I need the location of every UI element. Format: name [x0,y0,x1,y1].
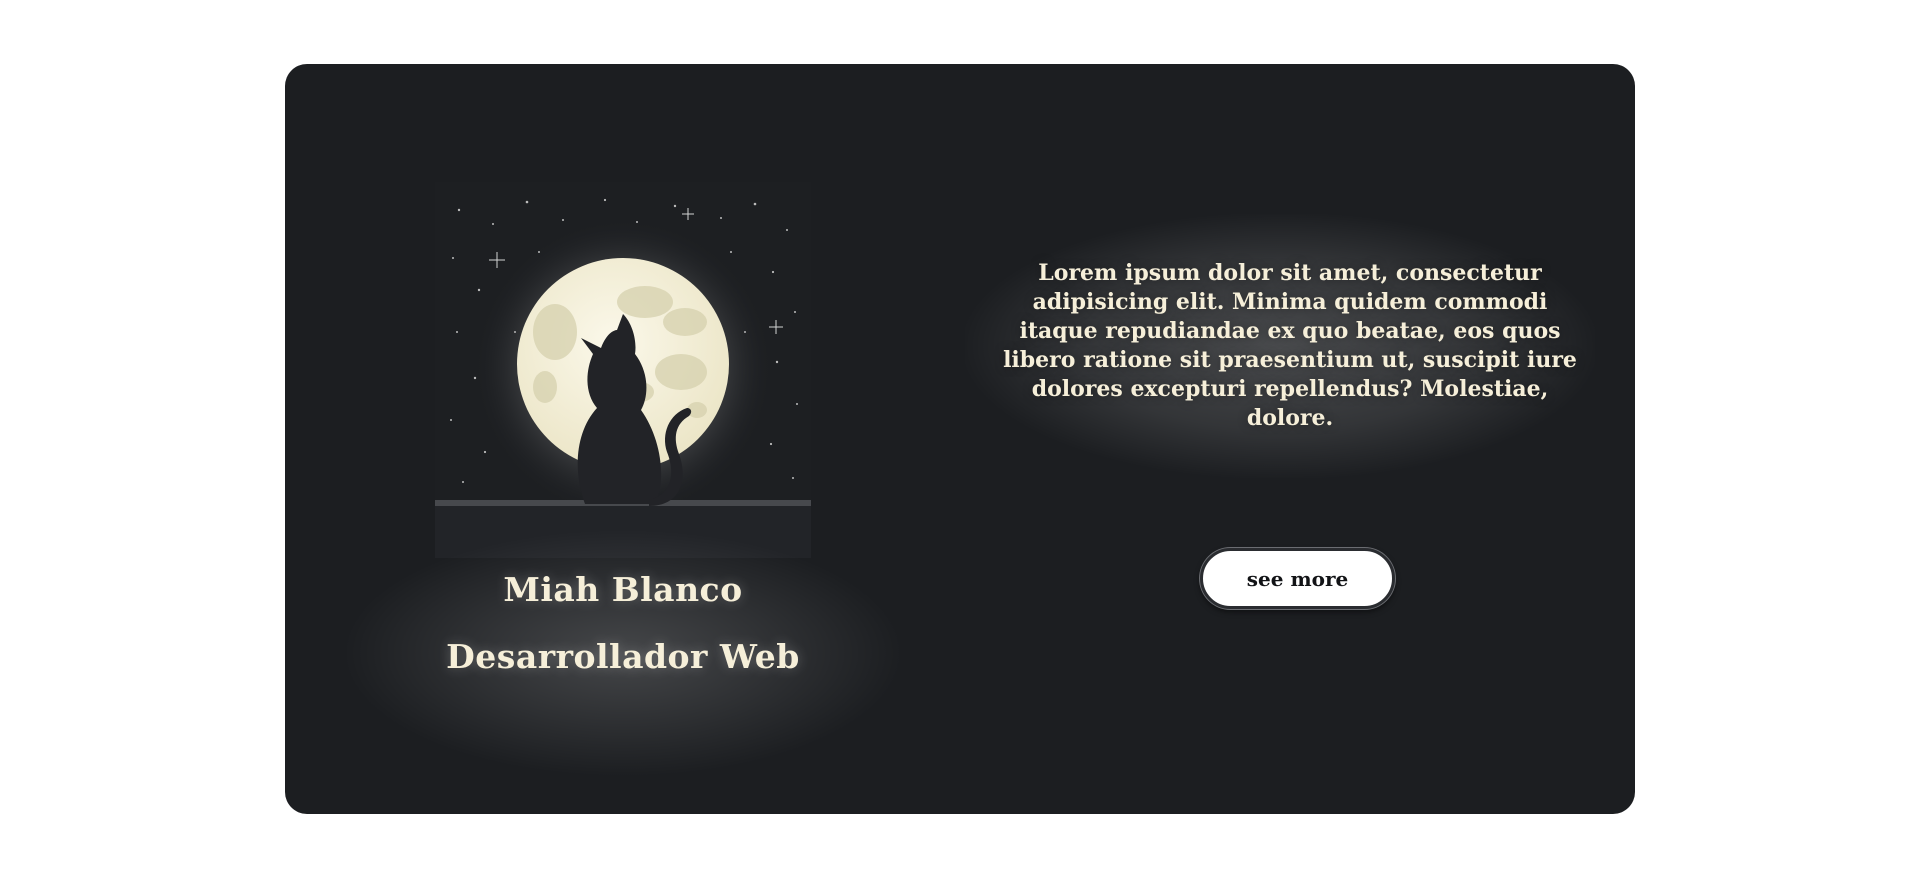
profile-section: Miah Blanco Desarrollador Web [340,182,906,778]
avatar [435,182,811,558]
description-wrap: Lorem ipsum dolor sit amet, consectetur … [965,214,1595,478]
profile-role: Desarrollador Web [446,637,800,676]
description-text: Lorem ipsum dolor sit amet, consectetur … [1003,260,1577,431]
profile-name: Miah Blanco [503,570,743,609]
profile-card: Miah Blanco Desarrollador Web Lorem ipsu… [285,64,1635,814]
see-more-button[interactable]: see more [1200,548,1395,609]
info-section: Lorem ipsum dolor sit amet, consectetur … [965,214,1595,478]
name-block: Miah Blanco Desarrollador Web [340,528,906,778]
